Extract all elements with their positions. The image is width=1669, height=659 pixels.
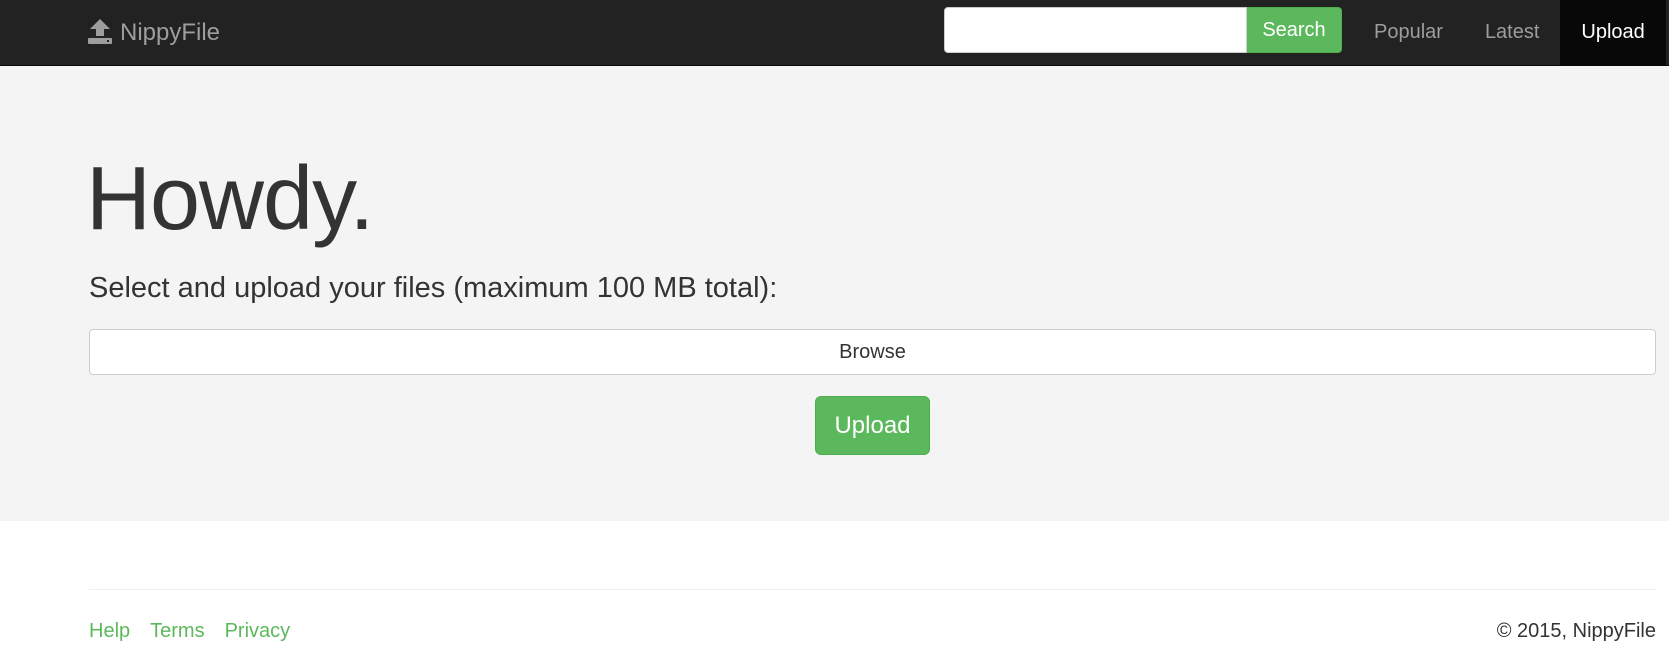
jumbotron: Howdy. Select and upload your files (max… [0, 66, 1669, 521]
copyright: © 2015, NippyFile [1496, 620, 1656, 642]
upload-instructions: Select and upload your files (maximum 10… [89, 272, 778, 304]
footer-link-terms[interactable]: Terms [150, 620, 204, 643]
brand-link[interactable]: NippyFile [88, 0, 220, 65]
navbar: NippyFile Search Popular Latest Upload [0, 0, 1669, 66]
brand-name: NippyFile [120, 18, 221, 46]
upload-button[interactable]: Upload [815, 396, 930, 455]
footer-link-privacy[interactable]: Privacy [225, 620, 291, 643]
upload-icon [88, 18, 112, 44]
search-button[interactable]: Search [1247, 7, 1342, 53]
browse-files-button[interactable]: Browse [89, 329, 1656, 375]
footer-divider [89, 589, 1656, 590]
nav-link-popular[interactable]: Popular [1353, 0, 1464, 65]
nav-links: Popular Latest Upload [1353, 0, 1666, 65]
search-form: Search [944, 7, 1342, 53]
nav-link-upload[interactable]: Upload [1560, 0, 1666, 65]
page-title: Howdy. [86, 149, 374, 249]
footer-links: Help Terms Privacy [89, 620, 290, 643]
footer-link-help[interactable]: Help [89, 620, 130, 643]
search-input[interactable] [944, 7, 1247, 53]
nav-link-latest[interactable]: Latest [1464, 0, 1560, 65]
